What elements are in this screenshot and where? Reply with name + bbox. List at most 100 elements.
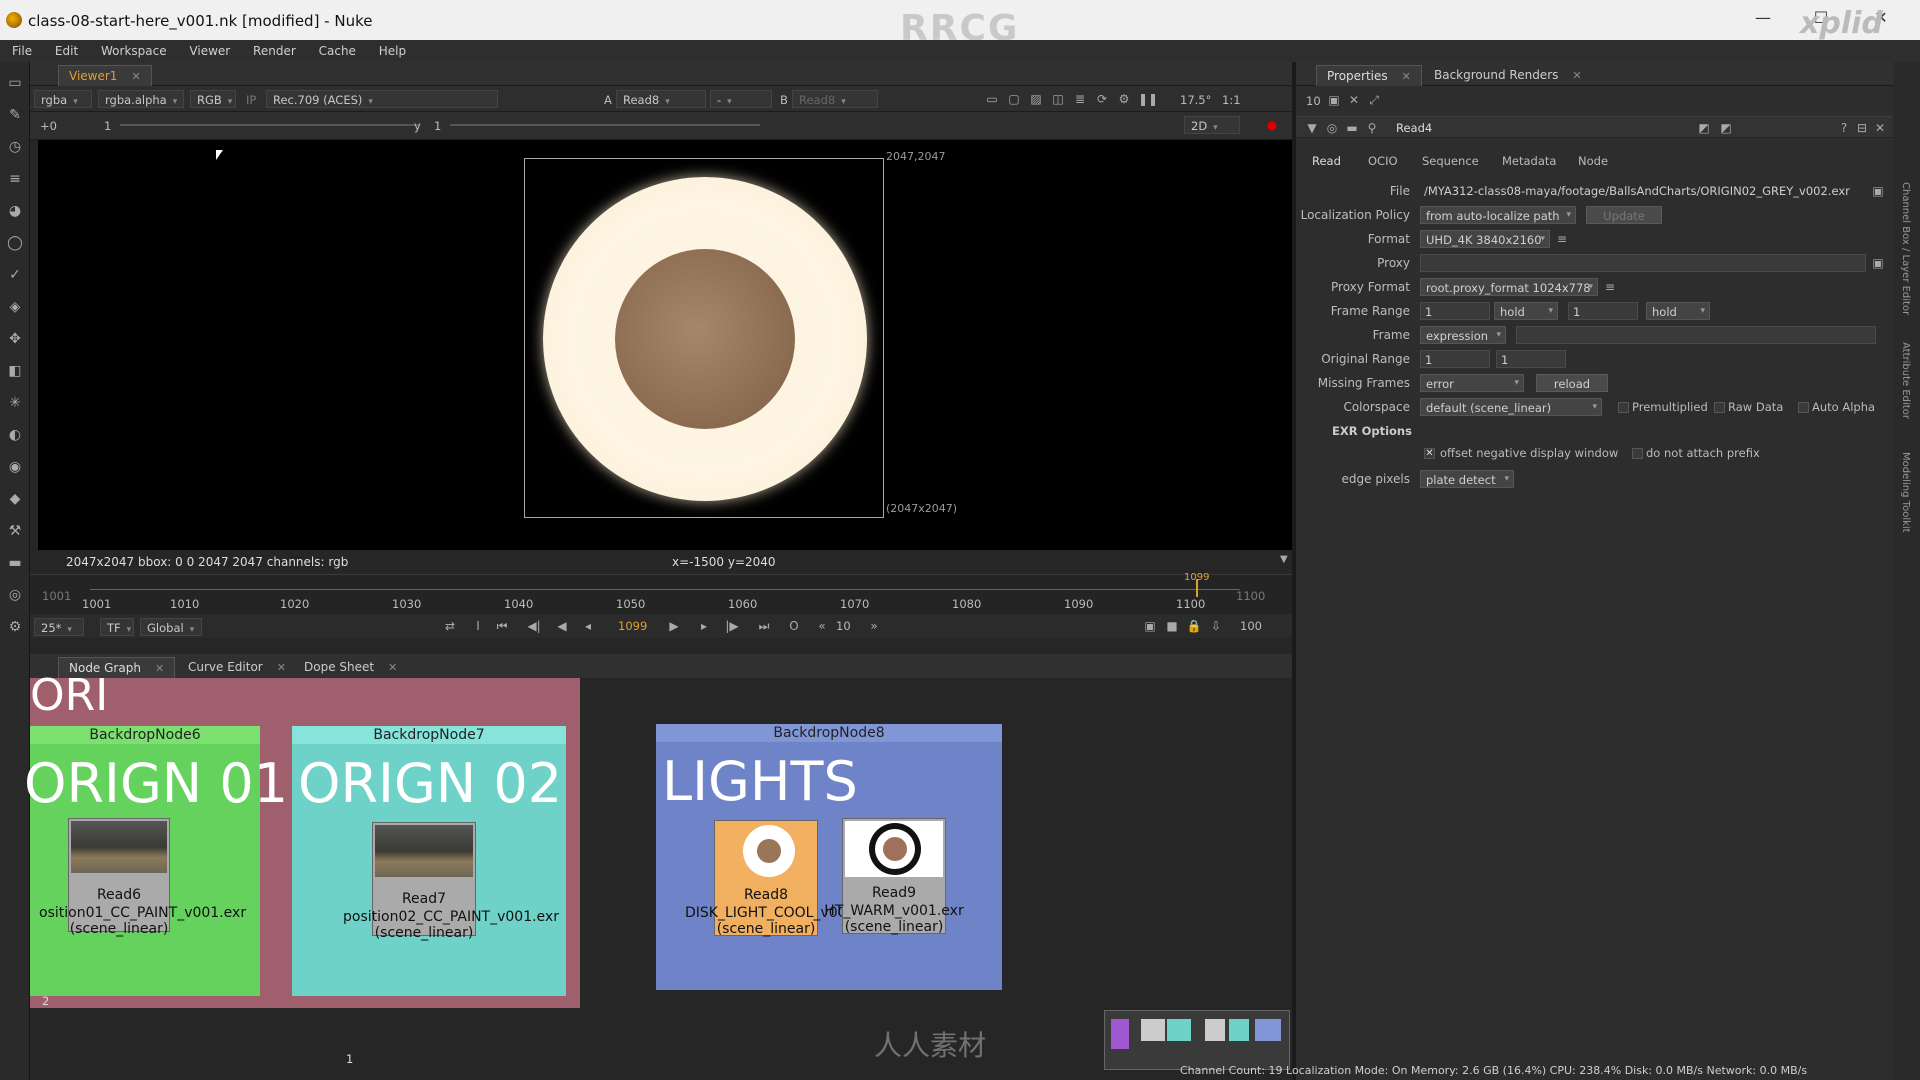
flipbook-icon[interactable]: ▣ [1142, 618, 1158, 634]
float-icon[interactable]: ⊟ [1854, 120, 1870, 136]
close-tab-icon[interactable]: ✕ [1402, 70, 1411, 83]
last-frame-icon[interactable]: ⏭ [756, 618, 772, 634]
viewer-canvas[interactable]: 2047,2047 (2047x2047) [38, 140, 1292, 550]
node-graph-minimap[interactable] [1104, 1010, 1290, 1070]
3d-icon[interactable]: ◧ [6, 362, 24, 380]
reload-button[interactable]: reload [1536, 374, 1608, 392]
gain-label[interactable]: +0 [40, 119, 57, 133]
proxy-format-select[interactable]: root.proxy_format 1024x778 [1420, 278, 1598, 296]
auto-alpha-checkbox[interactable] [1798, 402, 1809, 413]
view-mode-select[interactable]: 2D [1184, 116, 1240, 134]
first-frame-icon[interactable]: ⏮ [494, 618, 510, 634]
keyer-icon[interactable]: ✓ [6, 266, 24, 284]
frame-range-end-field[interactable]: 1 [1568, 302, 1638, 320]
original-range-start-field[interactable]: 1 [1420, 350, 1490, 368]
frame-mode-select[interactable]: expression [1420, 326, 1506, 344]
close-tab-icon[interactable]: ✕ [155, 662, 164, 675]
stop-icon[interactable]: ■ [1164, 618, 1180, 634]
prev-key-icon[interactable]: ◀| [526, 618, 542, 634]
tab-properties[interactable]: Properties ✕ [1316, 65, 1422, 86]
subtab-read[interactable]: Read [1312, 154, 1341, 168]
next-key-icon[interactable]: |▶ [724, 618, 740, 634]
current-frame-field[interactable]: 1099 [618, 619, 647, 633]
offset-display-window-checkbox[interactable]: ✕ [1424, 448, 1435, 459]
metadata-icon[interactable]: ◆ [6, 490, 24, 508]
revert-icon[interactable]: ◩ [1696, 120, 1712, 136]
close-tab-icon[interactable]: ✕ [131, 70, 140, 83]
missing-frames-select[interactable]: error [1420, 374, 1524, 392]
prev-frame-icon[interactable]: ◂ [580, 618, 596, 634]
update-button[interactable]: Update [1586, 206, 1662, 224]
original-range-end-field[interactable]: 1 [1496, 350, 1566, 368]
lock-icon[interactable]: 🔒 [1186, 618, 1202, 634]
tab-dope-sheet[interactable]: Dope Sheet ✕ [294, 657, 407, 678]
tf-select[interactable]: TF [100, 618, 134, 636]
record-icon[interactable]: ● [1264, 117, 1280, 133]
menu-workspace[interactable]: Workspace [89, 40, 174, 58]
menu-render[interactable]: Render [241, 40, 303, 58]
read-node-9[interactable]: Read9 HT_WARM_v001.exr (scene_linear) [824, 818, 964, 935]
proxy-format-edit-icon[interactable]: ≡ [1602, 279, 1618, 295]
toolsets-icon[interactable]: ⚒ [6, 522, 24, 540]
read-node-8[interactable]: Read8 DISK_LIGHT_COOL_v001.exr (scene_li… [685, 820, 882, 937]
menu-edit[interactable]: Edit [43, 40, 85, 58]
views-icon[interactable]: ◉ [6, 458, 24, 476]
lut-icon[interactable]: ≣ [1072, 91, 1088, 107]
raw-data-checkbox[interactable] [1714, 402, 1725, 413]
channel-icon[interactable]: ≡ [6, 170, 24, 188]
node-graph-panel[interactable]: Node Graph ✕ Curve Editor ✕ Dope Sheet ✕ OR… [24, 654, 1292, 1080]
refresh-icon[interactable]: ⟳ [1094, 91, 1110, 107]
timeline[interactable]: 1099 1001 1001 1010 1020 1030 1040 1050 … [30, 572, 1292, 614]
color-chip-icon[interactable]: ▬ [1344, 120, 1360, 136]
settings-icon[interactable]: ◎ [1324, 120, 1340, 136]
before-select[interactable]: hold [1494, 302, 1558, 320]
a-input-select[interactable]: Read8 [616, 90, 706, 108]
zoom-ratio[interactable]: 1:1 [1222, 93, 1241, 107]
fps-select[interactable]: 25* [34, 618, 84, 636]
in-point-icon[interactable]: I [470, 618, 486, 634]
close-tab-icon[interactable]: ✕ [1572, 69, 1581, 82]
colorspace-select[interactable]: default (scene_linear) [1420, 398, 1602, 416]
deep-icon[interactable]: ◐ [6, 426, 24, 444]
proxy-field[interactable] [1420, 254, 1866, 272]
out-point-icon[interactable]: O [786, 618, 802, 634]
loop-icon[interactable]: ⇄ [442, 618, 458, 634]
subtab-sequence[interactable]: Sequence [1422, 154, 1479, 168]
other-icon[interactable]: ▬ [6, 554, 24, 572]
channels-select[interactable]: rgba [34, 90, 92, 108]
help-icon[interactable]: ⚲ [1364, 120, 1380, 136]
float-panel-icon[interactable]: ⤢ [1366, 92, 1382, 108]
close-node-icon[interactable]: ✕ [1872, 120, 1888, 136]
region-icon[interactable]: ▢ [1006, 91, 1022, 107]
global-select[interactable]: Global [140, 618, 202, 636]
copy-icon[interactable]: ◩ [1718, 120, 1734, 136]
time-icon[interactable]: ◷ [6, 138, 24, 156]
modeling-toolkit-tab[interactable]: Modeling Toolkit [1900, 452, 1911, 533]
subtab-node[interactable]: Node [1578, 154, 1608, 168]
menu-viewer[interactable]: Viewer [177, 40, 237, 58]
end-frame-field[interactable]: 100 [1240, 619, 1262, 633]
b-input-select[interactable]: Read8 [792, 90, 878, 108]
frame-range-start-field[interactable]: 1 [1420, 302, 1490, 320]
menu-cache[interactable]: Cache [307, 40, 363, 58]
read-node-7[interactable]: Read7 position02_CC_PAINT_v001.exr (scen… [343, 822, 559, 941]
merge-icon[interactable]: ◈ [6, 298, 24, 316]
file-path-field[interactable]: /MYA312-class08-maya/footage/BallsAndCha… [1420, 182, 1866, 200]
menu-file[interactable]: File [0, 40, 39, 58]
read-node-6[interactable]: Read6 osition01_CC_PAINT_v001.exr (scene… [39, 818, 246, 937]
proxy-browse-icon[interactable]: ▣ [1870, 255, 1886, 271]
lock-panel-icon[interactable]: ▣ [1326, 92, 1342, 108]
skip-back-icon[interactable]: « [814, 618, 830, 634]
ip-button[interactable]: IP [246, 93, 256, 107]
gain-value[interactable]: 1 [104, 119, 111, 133]
draw-icon[interactable]: ✎ [6, 106, 24, 124]
clip-icon[interactable]: ▨ [1028, 91, 1044, 107]
pause-icon[interactable]: ❚❚ [1138, 91, 1158, 107]
clear-panels-icon[interactable]: ✕ [1346, 92, 1362, 108]
next-frame-icon[interactable]: ▸ [696, 618, 712, 634]
gain-slider[interactable] [120, 124, 420, 126]
transform-icon[interactable]: ✥ [6, 330, 24, 348]
filter-icon[interactable]: ◯ [6, 234, 24, 252]
tab-curve-editor[interactable]: Curve Editor ✕ [178, 657, 296, 678]
particles-icon[interactable]: ✳ [6, 394, 24, 412]
